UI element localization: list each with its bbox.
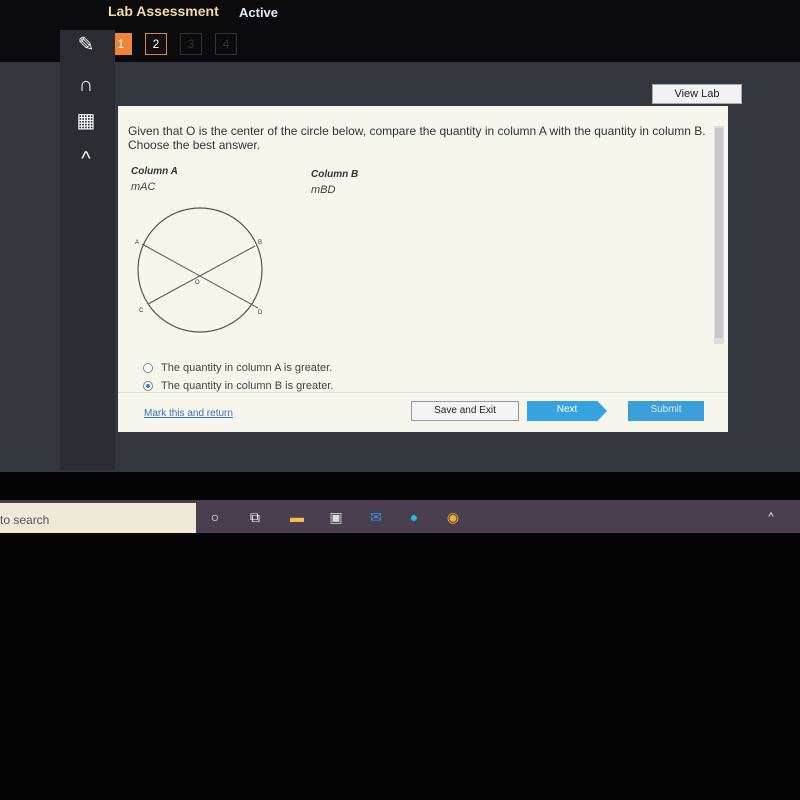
store-icon[interactable]: ▣ xyxy=(327,508,345,526)
next-button[interactable]: Next xyxy=(527,401,607,421)
option-a[interactable]: The quantity in column A is greater. xyxy=(143,362,332,374)
question-text: Given that O is the center of the circle… xyxy=(128,124,706,152)
point-a-label: A xyxy=(135,240,139,246)
system-tray-chevron-icon[interactable]: ^ xyxy=(762,508,780,526)
scrollbar-thumb[interactable] xyxy=(715,128,723,338)
task-view-icon[interactable]: ⧉ xyxy=(246,508,264,526)
column-b: Column B mBD xyxy=(311,169,358,196)
pencil-icon[interactable]: ✎ xyxy=(72,32,100,58)
circle xyxy=(137,207,263,333)
radio-option-a[interactable] xyxy=(143,363,153,374)
collapse-up-icon[interactable]: ^ xyxy=(72,146,100,172)
column-a: Column A mAC xyxy=(131,166,178,193)
headphones-icon[interactable]: ∩ xyxy=(72,72,100,98)
question-2-button[interactable]: 2 xyxy=(145,33,167,55)
question-4-button[interactable]: 4 xyxy=(215,33,237,55)
taskbar-search[interactable]: to search xyxy=(0,503,196,533)
taskbar: to search ○ ⧉ ▬ ▣ ✉ ● ◉ ^ xyxy=(0,500,800,533)
circle-figure: A B C D O xyxy=(135,207,263,333)
point-d-label: D xyxy=(258,310,263,316)
question-panel: Given that O is the center of the circle… xyxy=(118,106,728,432)
page-title: Lab Assessment xyxy=(108,3,219,19)
option-b[interactable]: The quantity in column B is greater. xyxy=(143,380,333,392)
radio-option-b[interactable] xyxy=(143,381,153,392)
status-label: Active xyxy=(239,5,279,20)
edge-icon[interactable]: ● xyxy=(405,508,423,526)
point-b-label: B xyxy=(258,240,262,246)
cortana-icon[interactable]: ○ xyxy=(206,508,224,526)
footer: Mark this and return Save and Exit Next … xyxy=(118,392,728,432)
submit-button[interactable]: Submit xyxy=(628,401,704,421)
question-3-button[interactable]: 3 xyxy=(180,33,202,55)
mark-and-return-link[interactable]: Mark this and return xyxy=(144,408,233,419)
mail-icon[interactable]: ✉ xyxy=(367,508,385,526)
chord-bc xyxy=(147,245,256,305)
column-b-label: Column B xyxy=(311,169,359,180)
column-b-value: mBD xyxy=(311,184,336,196)
view-lab-button[interactable]: View Lab xyxy=(652,84,742,104)
option-b-label: The quantity in column B is greater. xyxy=(161,380,334,392)
point-o-label: O xyxy=(195,280,200,286)
column-a-value: mAC xyxy=(131,181,156,193)
chrome-icon[interactable]: ◉ xyxy=(444,508,462,526)
point-c-label: C xyxy=(139,308,144,314)
calculator-icon[interactable]: ▦ xyxy=(72,108,100,134)
top-bar: Lab Assessment Active 1 2 3 4 xyxy=(0,0,800,62)
scrollbar[interactable] xyxy=(714,126,724,344)
option-a-label: The quantity in column A is greater. xyxy=(161,362,333,374)
save-and-exit-button[interactable]: Save and Exit xyxy=(411,401,519,421)
column-a-label: Column A xyxy=(131,166,178,177)
file-explorer-icon[interactable]: ▬ xyxy=(288,508,306,526)
